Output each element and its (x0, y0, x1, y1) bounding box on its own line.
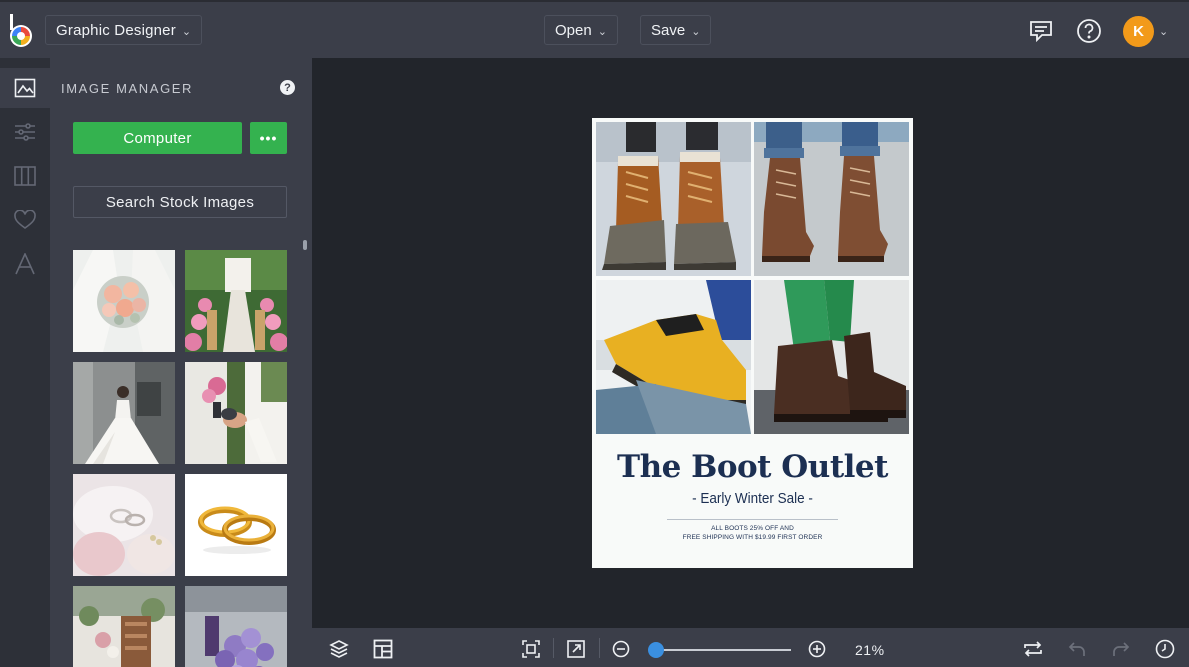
search-stock-images-button[interactable]: Search Stock Images (73, 186, 287, 218)
history-clock-icon[interactable] (1155, 639, 1175, 659)
rail-text[interactable] (0, 244, 50, 284)
toolbar-separator (599, 638, 600, 658)
app-mode-dropdown[interactable]: Graphic Designer ⌄ (45, 15, 203, 45)
image-thumbnail-reception-table[interactable] (73, 586, 175, 667)
poster-offer-line-1[interactable]: ALL BOOTS 25% OFF AND (592, 525, 913, 532)
poster-subtitle[interactable]: - Early Winter Sale - (608, 490, 897, 507)
avatar-initial: K (1133, 23, 1144, 40)
poster-photo-dark-brown-boots[interactable] (754, 280, 909, 434)
chevron-down-icon: ⌄ (691, 25, 701, 38)
poster-title[interactable]: The Boot Outlet (592, 449, 913, 485)
expand-icon[interactable] (566, 639, 586, 659)
poster-photo-yellow-work-boot[interactable] (596, 280, 751, 434)
chevron-down-icon: ⌄ (181, 25, 192, 38)
rail-layouts[interactable] (0, 156, 50, 196)
sliders-icon (15, 123, 35, 141)
user-avatar[interactable]: K (1123, 16, 1154, 47)
image-icon (14, 78, 36, 98)
redo-icon[interactable] (1111, 639, 1131, 659)
top-bar: Graphic Designer ⌄ Open ⌄ Save ⌄ K ⌄ (0, 0, 1189, 58)
save-button[interactable]: Save ⌄ (640, 15, 712, 45)
poster-divider[interactable] (667, 519, 838, 520)
save-label: Save (651, 21, 686, 39)
help-icon[interactable] (1075, 17, 1103, 45)
zoom-out-icon[interactable] (611, 639, 631, 659)
rail-image-manager[interactable] (0, 68, 50, 108)
image-thumbnail-wedding-aisle[interactable] (185, 250, 287, 352)
zoom-percentage[interactable]: 21% (855, 642, 885, 658)
heart-icon (14, 210, 36, 229)
text-icon (15, 253, 35, 275)
toolbar-separator (553, 638, 554, 658)
image-thumbnail-ring-dish[interactable] (73, 474, 175, 576)
more-sources-button[interactable]: ••• (250, 122, 287, 154)
chat-icon[interactable] (1027, 17, 1055, 45)
image-manager-panel: IMAGE MANAGER ? Computer ••• Search Stoc… (50, 58, 312, 667)
layout-columns-icon (14, 166, 36, 186)
poster-photo-brown-leather-boots[interactable] (754, 122, 909, 276)
rail-adjustments[interactable] (0, 112, 50, 152)
zoom-slider-track[interactable] (657, 649, 791, 651)
poster-offer-line-2[interactable]: FREE SHIPPING WITH $19.99 FIRST ORDER (592, 534, 913, 541)
image-thumbnail-bridal-bouquet[interactable] (73, 250, 175, 352)
poster-photo-lace-up-duck-boots[interactable] (596, 122, 751, 276)
image-thumbnail-couple-holding-hands[interactable] (185, 362, 287, 464)
swap-icon[interactable] (1023, 639, 1043, 659)
app-mode-label: Graphic Designer (56, 21, 176, 39)
chevron-down-icon: ⌄ (597, 25, 607, 38)
open-button[interactable]: Open ⌄ (544, 15, 618, 45)
undo-icon[interactable] (1067, 639, 1087, 659)
zoom-in-icon[interactable] (807, 639, 827, 659)
fit-to-screen-icon[interactable] (521, 639, 541, 659)
image-thumbnail-gold-rings[interactable] (185, 474, 287, 576)
tool-rail (0, 58, 50, 667)
upload-computer-button[interactable]: Computer (73, 122, 242, 154)
bottom-toolbar: 21% (312, 628, 1189, 667)
zoom-slider-handle[interactable] (648, 642, 664, 658)
poster-artboard[interactable]: The Boot Outlet - Early Winter Sale - AL… (592, 118, 913, 568)
image-thumbnail-purple-bouquet[interactable] (185, 586, 287, 667)
layout-grid-icon[interactable] (373, 639, 393, 659)
open-label: Open (555, 21, 592, 39)
app-logo-icon[interactable] (8, 12, 36, 50)
panel-title: IMAGE MANAGER (61, 81, 194, 96)
panel-help-icon[interactable]: ? (280, 80, 295, 95)
panel-scrollbar[interactable] (303, 240, 307, 250)
design-canvas[interactable]: The Boot Outlet - Early Winter Sale - AL… (312, 58, 1189, 628)
image-thumbnail-bride-portrait[interactable] (73, 362, 175, 464)
chevron-down-icon[interactable]: ⌄ (1159, 25, 1168, 38)
rail-graphics[interactable] (0, 200, 50, 240)
layers-icon[interactable] (329, 639, 349, 659)
